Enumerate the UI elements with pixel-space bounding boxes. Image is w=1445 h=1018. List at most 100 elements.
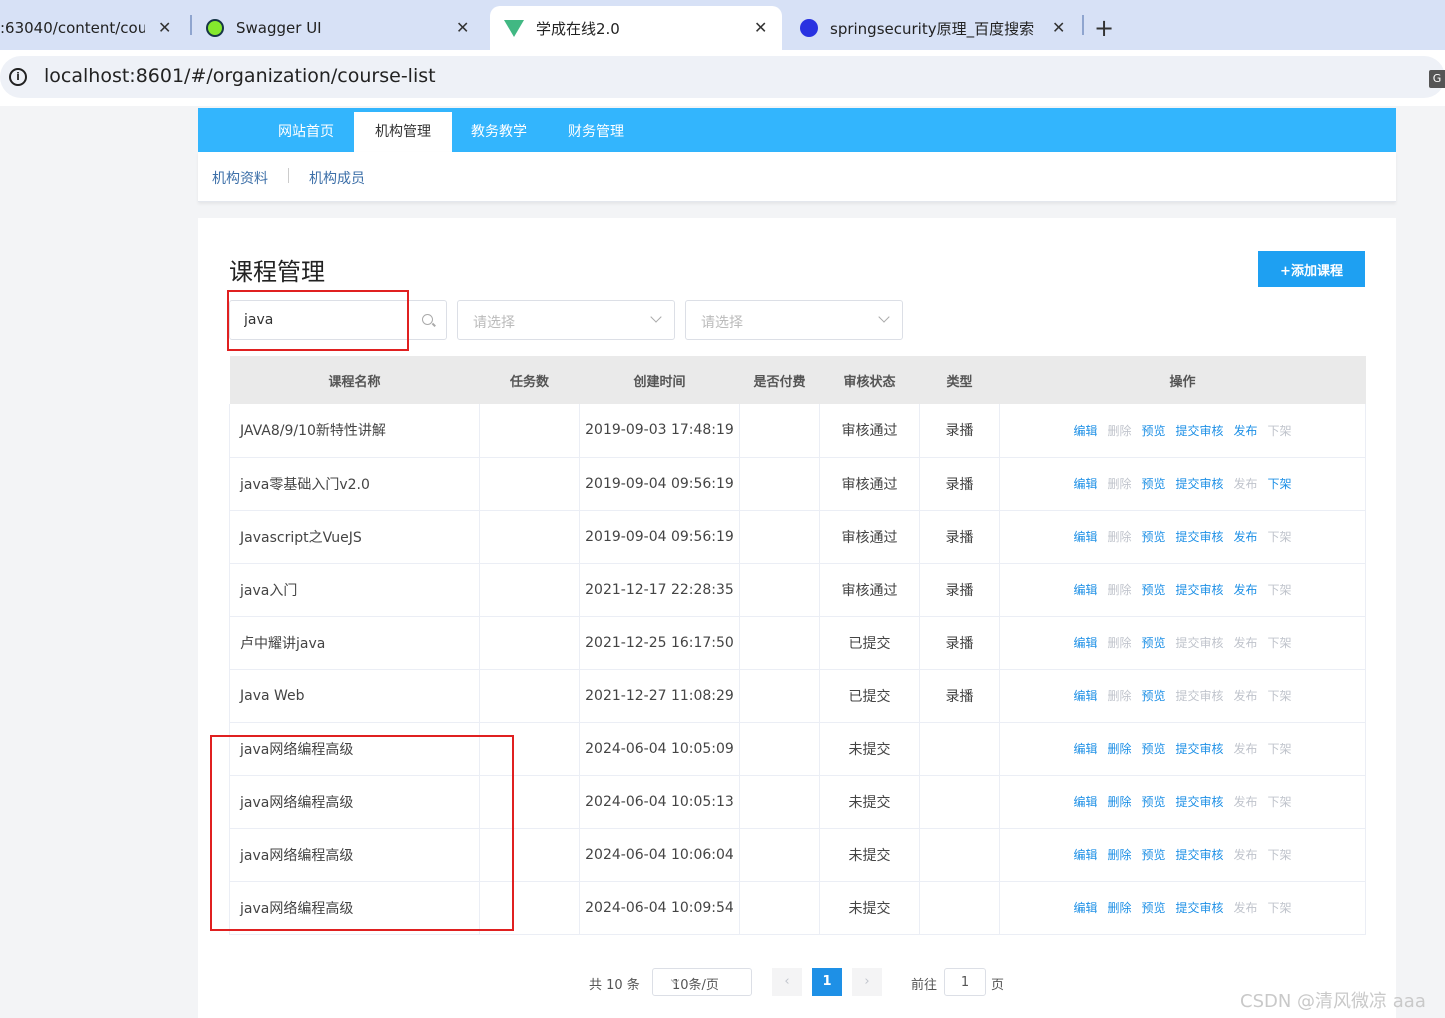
translate-icon[interactable]: G: [1429, 70, 1445, 88]
operations-cell: 编辑 删除 预览 提交审核 发布 下架: [999, 881, 1366, 935]
edit-link[interactable]: 编辑: [1073, 634, 1097, 651]
status-select[interactable]: 请选择: [457, 300, 675, 340]
publish-link[interactable]: 发布: [1234, 528, 1258, 545]
next-page-button[interactable]: ›: [852, 968, 882, 996]
submit-audit-link: 提交审核: [1175, 689, 1224, 703]
preview-link[interactable]: 预览: [1141, 528, 1165, 545]
annotation-box: [227, 290, 409, 351]
browser-tab-3[interactable]: 学成在线2.0 ✕: [490, 6, 782, 50]
annotation-box: [210, 735, 514, 931]
submit-audit-link[interactable]: 提交审核: [1176, 475, 1224, 492]
type-select[interactable]: 请选择: [685, 300, 903, 340]
chevron-down-icon: [878, 311, 890, 323]
new-tab-button[interactable]: +: [1094, 6, 1118, 50]
select-placeholder: 请选择: [701, 315, 743, 331]
close-icon[interactable]: ✕: [1052, 18, 1065, 37]
baidu-icon: [800, 19, 818, 37]
edit-link[interactable]: 编辑: [1073, 581, 1097, 598]
delete-link[interactable]: 删除: [1107, 899, 1131, 916]
audit-status-cell: 未提交: [819, 828, 920, 882]
created-time-cell: 2021-12-25 16:17:50: [579, 616, 740, 670]
browser-tab-2[interactable]: Swagger UI ✕: [194, 6, 484, 50]
preview-link[interactable]: 预览: [1141, 793, 1165, 810]
nav-item-teaching[interactable]: 教务教学: [454, 112, 544, 152]
edit-link[interactable]: 编辑: [1073, 422, 1097, 439]
preview-link[interactable]: 预览: [1141, 422, 1165, 439]
close-icon[interactable]: ✕: [754, 18, 767, 37]
nav-item-finance[interactable]: 财务管理: [550, 112, 642, 152]
delete-link[interactable]: 删除: [1107, 740, 1131, 757]
delete-link[interactable]: 删除: [1107, 846, 1131, 863]
watermark: CSDN @清风微凉 aaa: [1240, 991, 1426, 1012]
edit-link[interactable]: 编辑: [1073, 740, 1097, 757]
preview-link[interactable]: 预览: [1141, 634, 1165, 651]
nav-item-org[interactable]: 机构管理: [354, 112, 452, 152]
course-name-cell: 卢中耀讲java: [229, 616, 480, 670]
paid-cell: [739, 828, 820, 882]
publish-link: 发布: [1233, 636, 1258, 650]
nav-item-home[interactable]: 网站首页: [262, 112, 350, 152]
operations-cell: 编辑 删除 预览 提交审核 发布 下架: [999, 669, 1366, 723]
edit-link[interactable]: 编辑: [1073, 475, 1097, 492]
offline-link: 下架: [1267, 901, 1292, 915]
edit-link[interactable]: 编辑: [1073, 899, 1097, 916]
plus-icon: +: [1094, 14, 1115, 42]
operations-cell: 编辑 删除 预览 提交审核 发布 下架: [999, 828, 1366, 882]
offline-link[interactable]: 下架: [1268, 475, 1292, 492]
submit-audit-link[interactable]: 提交审核: [1176, 740, 1224, 757]
url-field[interactable]: i localhost:8601/#/organization/course-l…: [0, 56, 1445, 98]
tab-separator: [190, 15, 192, 35]
preview-link[interactable]: 预览: [1141, 846, 1165, 863]
close-icon[interactable]: ✕: [456, 18, 469, 37]
edit-link[interactable]: 编辑: [1073, 793, 1097, 810]
created-time-cell: 2024-06-04 10:05:13: [579, 775, 740, 829]
submit-audit-link[interactable]: 提交审核: [1176, 846, 1224, 863]
submit-audit-link[interactable]: 提交审核: [1176, 899, 1224, 916]
subnav-item-profile[interactable]: 机构资料: [212, 168, 268, 188]
delete-link[interactable]: 删除: [1107, 793, 1131, 810]
offline-link: 下架: [1267, 583, 1292, 597]
audit-status-cell: 未提交: [819, 775, 920, 829]
paid-cell: [739, 775, 820, 829]
preview-link[interactable]: 预览: [1141, 899, 1165, 916]
add-course-button[interactable]: +添加课程: [1258, 251, 1365, 287]
browser-tab-4[interactable]: springsecurity原理_百度搜索 ✕: [790, 6, 1075, 50]
edit-link[interactable]: 编辑: [1073, 528, 1097, 545]
subnav-item-members[interactable]: 机构成员: [309, 168, 365, 188]
audit-status-cell: 审核通过: [819, 457, 920, 511]
publish-link: 发布: [1233, 689, 1258, 703]
browser-tab-1[interactable]: :63040/content/cou ✕: [0, 6, 190, 50]
publish-link[interactable]: 发布: [1234, 422, 1258, 439]
preview-link[interactable]: 预览: [1141, 475, 1165, 492]
preview-link[interactable]: 预览: [1141, 740, 1165, 757]
type-cell: [919, 828, 1000, 882]
submit-audit-link[interactable]: 提交审核: [1176, 528, 1224, 545]
course-name-cell: Java Web: [229, 669, 480, 723]
submit-audit-link[interactable]: 提交审核: [1176, 422, 1224, 439]
tab-separator: [1082, 15, 1084, 35]
course-panel: 课程管理 +添加课程 请选择 请选择 课程名称 任务数: [198, 218, 1396, 1018]
goto-page-input[interactable]: [944, 968, 986, 996]
publish-link[interactable]: 发布: [1234, 581, 1258, 598]
table-row: Java Web 2021-12-27 11:08:29 已提交 录播 编辑 删除 预览 提交…: [229, 669, 1366, 723]
prev-page-button[interactable]: ‹: [772, 968, 802, 996]
preview-link[interactable]: 预览: [1141, 687, 1165, 704]
operations-cell: 编辑 删除 预览 提交审核 发布 下架: [999, 510, 1366, 564]
submit-audit-link[interactable]: 提交审核: [1176, 581, 1224, 598]
page-size-select[interactable]: 10条/页: [652, 968, 752, 996]
audit-status-cell: 审核通过: [819, 404, 920, 458]
submit-audit-link[interactable]: 提交审核: [1176, 793, 1224, 810]
preview-link[interactable]: 预览: [1141, 581, 1165, 598]
search-icon: [422, 314, 433, 325]
operations-cell: 编辑 删除 预览 提交审核 发布 下架: [999, 563, 1366, 617]
course-name-cell: java零基础入门v2.0: [229, 457, 480, 511]
created-time-cell: 2019-09-03 17:48:19: [579, 404, 740, 458]
type-cell: 录播: [919, 510, 1000, 564]
close-icon[interactable]: ✕: [158, 18, 171, 37]
edit-link[interactable]: 编辑: [1073, 687, 1097, 704]
page-number-1[interactable]: 1: [812, 968, 842, 996]
edit-link[interactable]: 编辑: [1073, 846, 1097, 863]
info-icon[interactable]: i: [9, 68, 27, 86]
search-button[interactable]: [407, 301, 446, 339]
audit-status-cell: 未提交: [819, 722, 920, 776]
